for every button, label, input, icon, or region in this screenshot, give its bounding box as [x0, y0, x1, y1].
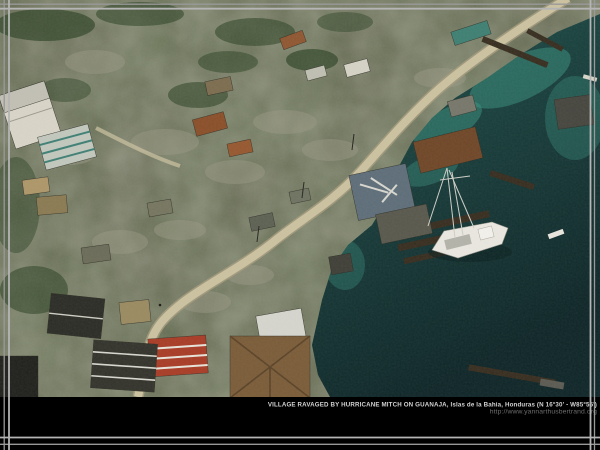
caption-title: VILLAGE RAVAGED BY HURRICANE MITCH ON GU…: [268, 402, 597, 409]
caption-url: http://www.yannarthusbertrand.org: [490, 409, 597, 416]
photo-scene: [0, 0, 600, 412]
aerial-photo: VILLAGE RAVAGED BY HURRICANE MITCH ON GU…: [0, 0, 600, 450]
film-grain: [0, 0, 600, 397]
photo-card: VILLAGE RAVAGED BY HURRICANE MITCH ON GU…: [0, 0, 600, 450]
